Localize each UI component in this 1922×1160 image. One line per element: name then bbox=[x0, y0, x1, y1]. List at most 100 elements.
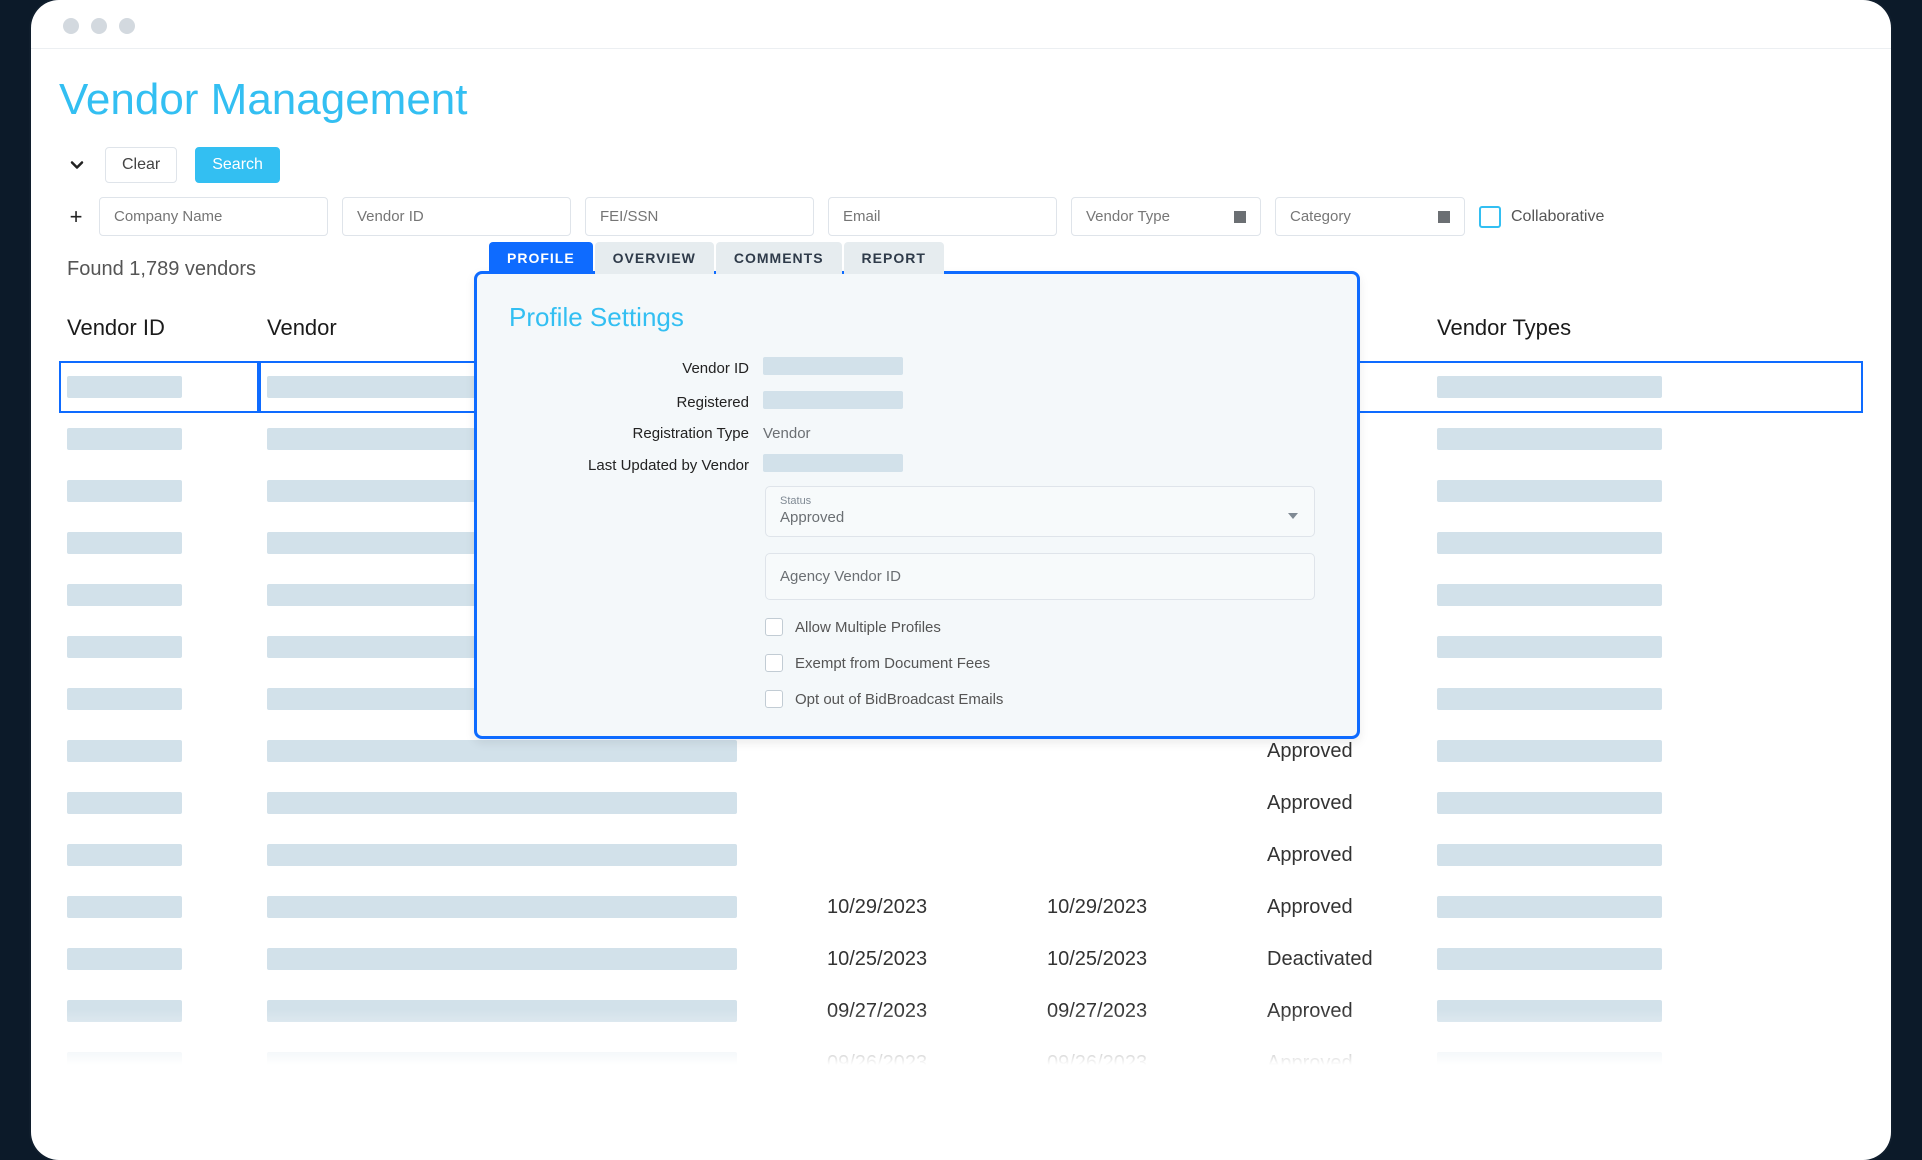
cell-vendor bbox=[267, 792, 737, 814]
cell-vendor bbox=[267, 740, 737, 762]
value-registration-type: Vendor bbox=[763, 425, 1325, 442]
traffic-light-dot bbox=[63, 18, 79, 34]
app-window: Vendor Management Clear Search + Vendor … bbox=[31, 0, 1891, 1160]
email-input[interactable] bbox=[828, 197, 1057, 236]
tab-overview[interactable]: OVERVIEW bbox=[595, 242, 714, 274]
vendor-type-label: Vendor Type bbox=[1086, 208, 1170, 225]
status-field-label: Status bbox=[780, 495, 1300, 507]
table-row[interactable]: Approved bbox=[59, 777, 1863, 829]
category-select[interactable]: Category bbox=[1275, 197, 1465, 236]
cell-vendor-id bbox=[67, 480, 182, 502]
vendor-id-input[interactable] bbox=[342, 197, 571, 236]
cell-vendor-types bbox=[1437, 844, 1662, 866]
collaborative-label: Collaborative bbox=[1511, 208, 1604, 226]
cell-status: Deactivated bbox=[1259, 933, 1429, 985]
cell-date1 bbox=[819, 777, 1039, 829]
select-handle-icon bbox=[1438, 211, 1450, 223]
status-select[interactable]: Status Approved bbox=[765, 486, 1315, 537]
cell-vendor-types bbox=[1437, 532, 1662, 554]
tab-profile[interactable]: PROFILE bbox=[489, 242, 593, 274]
checkbox-icon bbox=[765, 618, 783, 636]
window-titlebar bbox=[31, 0, 1891, 48]
cell-vendor-types bbox=[1437, 792, 1662, 814]
cell-vendor-id bbox=[67, 844, 182, 866]
cell-date2 bbox=[1039, 829, 1259, 881]
cell-vendor-id bbox=[67, 948, 182, 970]
cell-date2: 09/26/2023 bbox=[1039, 1037, 1259, 1089]
vendor-table-wrap: Vendor ID Vendor Status Vendor Types App… bbox=[59, 297, 1863, 1089]
cell-vendor bbox=[267, 948, 737, 970]
cell-vendor bbox=[267, 844, 737, 866]
tab-report[interactable]: REPORT bbox=[844, 242, 944, 274]
checkbox-icon bbox=[765, 654, 783, 672]
checkbox-label: Allow Multiple Profiles bbox=[795, 619, 941, 636]
checkbox-label: Exempt from Document Fees bbox=[795, 655, 990, 672]
checkbox-exempt-fees[interactable]: Exempt from Document Fees bbox=[765, 654, 1325, 672]
search-button[interactable]: Search bbox=[195, 147, 280, 183]
cell-date1: 09/26/2023 bbox=[819, 1037, 1039, 1089]
category-label: Category bbox=[1290, 208, 1351, 225]
label-vendor-id: Vendor ID bbox=[509, 360, 763, 377]
status-field-value: Approved bbox=[780, 507, 1300, 526]
table-row[interactable]: Approved bbox=[59, 829, 1863, 881]
value-vendor-id bbox=[763, 357, 903, 375]
cell-date1: 09/27/2023 bbox=[819, 985, 1039, 1037]
traffic-light-dot bbox=[119, 18, 135, 34]
cell-status: Approved bbox=[1259, 1037, 1429, 1089]
label-last-updated: Last Updated by Vendor bbox=[509, 457, 763, 474]
cell-date2: 10/29/2023 bbox=[1039, 881, 1259, 933]
label-registration-type: Registration Type bbox=[509, 425, 763, 442]
chevron-down-icon[interactable] bbox=[67, 155, 87, 175]
cell-vendor-types bbox=[1437, 584, 1662, 606]
cell-vendor-id bbox=[67, 428, 182, 450]
label-registered: Registered bbox=[509, 394, 763, 411]
clear-button[interactable]: Clear bbox=[105, 147, 177, 183]
cell-vendor-id bbox=[67, 740, 182, 762]
col-vendor-id[interactable]: Vendor ID bbox=[59, 297, 259, 361]
cell-vendor-id bbox=[67, 896, 182, 918]
cell-vendor-types bbox=[1437, 480, 1662, 502]
table-row[interactable]: 09/26/202309/26/2023Approved bbox=[59, 1037, 1863, 1089]
cell-status: Approved bbox=[1259, 777, 1429, 829]
checkbox-icon bbox=[765, 690, 783, 708]
cell-status: Approved bbox=[1259, 881, 1429, 933]
cell-vendor-types bbox=[1437, 636, 1662, 658]
cell-vendor-id bbox=[67, 376, 182, 398]
vendor-type-select[interactable]: Vendor Type bbox=[1071, 197, 1261, 236]
cell-vendor bbox=[267, 1000, 737, 1022]
select-handle-icon bbox=[1234, 211, 1246, 223]
tab-comments[interactable]: COMMENTS bbox=[716, 242, 842, 274]
cell-date2 bbox=[1039, 777, 1259, 829]
cell-vendor-id bbox=[67, 1000, 182, 1022]
cell-vendor-id bbox=[67, 584, 182, 606]
cell-vendor-id bbox=[67, 1052, 182, 1074]
collaborative-checkbox[interactable]: Collaborative bbox=[1479, 206, 1604, 228]
cell-vendor-types bbox=[1437, 948, 1662, 970]
cell-status: Approved bbox=[1259, 829, 1429, 881]
table-row[interactable]: 10/29/202310/29/2023Approved bbox=[59, 881, 1863, 933]
cell-vendor-types bbox=[1437, 428, 1662, 450]
value-last-updated bbox=[763, 454, 903, 472]
cell-vendor-types bbox=[1437, 688, 1662, 710]
caret-down-icon bbox=[1288, 513, 1298, 519]
cell-vendor-types bbox=[1437, 740, 1662, 762]
cell-vendor-types bbox=[1437, 1000, 1662, 1022]
cell-vendor-types bbox=[1437, 1052, 1662, 1074]
agency-vendor-id-input[interactable]: Agency Vendor ID bbox=[765, 553, 1315, 600]
table-row[interactable]: 09/27/202309/27/2023Approved bbox=[59, 985, 1863, 1037]
fei-ssn-input[interactable] bbox=[585, 197, 814, 236]
add-filter-icon[interactable]: + bbox=[67, 204, 85, 230]
cell-vendor-id bbox=[67, 688, 182, 710]
cell-vendor bbox=[267, 1052, 737, 1074]
cell-vendor-types bbox=[1437, 896, 1662, 918]
cell-vendor-types bbox=[1437, 376, 1662, 398]
checkbox-allow-multiple[interactable]: Allow Multiple Profiles bbox=[765, 618, 1325, 636]
company-name-input[interactable] bbox=[99, 197, 328, 236]
table-row[interactable]: 10/25/202310/25/2023Deactivated bbox=[59, 933, 1863, 985]
cell-date2: 09/27/2023 bbox=[1039, 985, 1259, 1037]
col-vendor-types[interactable]: Vendor Types bbox=[1429, 297, 1863, 361]
cell-vendor-id bbox=[67, 792, 182, 814]
checkbox-opt-out[interactable]: Opt out of BidBroadcast Emails bbox=[765, 690, 1325, 708]
cell-date1: 10/25/2023 bbox=[819, 933, 1039, 985]
value-registered bbox=[763, 391, 903, 409]
